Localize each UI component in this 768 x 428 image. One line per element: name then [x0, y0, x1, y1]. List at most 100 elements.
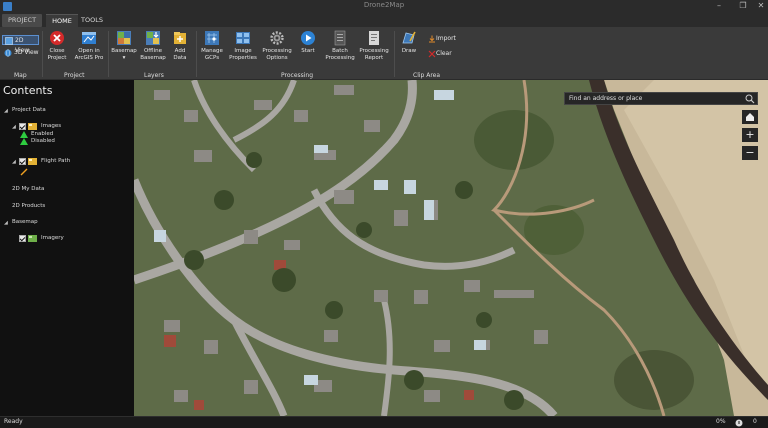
processing-report-line1: Processing [359, 48, 389, 54]
add-data-button[interactable]: Add Data [168, 30, 192, 61]
tree-group-2d-my-data[interactable]: 2D My Data [12, 185, 44, 193]
import-label: Import [436, 35, 456, 42]
ribbon: 2D View 3D View Map Close Project Open i… [0, 27, 768, 80]
dropdown-arrow-icon: ▾ [122, 54, 126, 61]
close-icon[interactable]: ✕ [754, 0, 768, 13]
open-arcgis-line1: Open in [78, 48, 100, 54]
group-label-project: Project [64, 72, 85, 79]
group-label-processing: Processing [281, 72, 314, 79]
tree-group-basemap[interactable]: Basemap [12, 218, 38, 226]
processing-options-button[interactable]: Processing Options [260, 30, 294, 61]
close-project-button[interactable]: Close Project [44, 30, 70, 61]
ribbon-tab-bar: PROJECT HOME TOOLS [0, 13, 768, 27]
flight-path-layer-checkbox[interactable] [19, 158, 26, 165]
open-arcgis-line2: ArcGIS Pro [74, 54, 104, 61]
tab-home[interactable]: HOME [46, 14, 78, 27]
arcgis-pro-icon [82, 32, 96, 44]
status-text: Ready [4, 418, 23, 425]
zoom-in-button[interactable]: + [742, 128, 758, 142]
batch-processing-line1: Batch [332, 48, 348, 54]
chevron-down-icon[interactable]: ◢ [4, 220, 8, 226]
home-icon[interactable] [742, 110, 758, 124]
chevron-down-icon[interactable]: ◢ [12, 124, 16, 130]
import-icon [429, 35, 435, 43]
report-icon [369, 31, 379, 45]
group-divider [196, 31, 197, 77]
application-window: Drone2Map – ❐ ✕ PROJECT HOME TOOLS 2D Vi… [0, 0, 768, 428]
tab-tools[interactable]: TOOLS [78, 14, 106, 27]
batch-processing-icon [334, 30, 346, 46]
disabled-legend-triangle-icon [20, 138, 28, 145]
group-label-map: Map [14, 72, 27, 79]
group-label-layers: Layers [144, 72, 164, 79]
tree-group-project-data[interactable]: Project Data [12, 106, 46, 114]
tree-item-flight-path[interactable]: Flight Path [41, 157, 70, 165]
draw-label: Draw [401, 48, 417, 54]
image-properties-button[interactable]: Image Properties [227, 30, 259, 61]
tree-item-imagery[interactable]: Imagery [41, 234, 64, 242]
offline-basemap-button[interactable]: Offline Basemap [138, 30, 168, 61]
tree-group-2d-products[interactable]: 2D Products [12, 202, 45, 210]
basemap-line1: Basemap [111, 48, 137, 54]
maximize-icon[interactable]: ❐ [736, 0, 750, 13]
3d-view-button[interactable]: 3D View [2, 48, 39, 58]
clear-button[interactable]: Clear [426, 49, 460, 59]
chevron-down-icon[interactable]: ◢ [4, 108, 8, 114]
batch-processing-button[interactable]: Batch Processing [323, 30, 357, 61]
legend-disabled: Disabled [31, 138, 55, 144]
tab-project[interactable]: PROJECT [2, 14, 42, 27]
map-view[interactable]: + − [134, 80, 768, 416]
processing-report-line2: Report [364, 54, 384, 61]
manage-gcps-line2: GCPs [204, 54, 220, 61]
offline-basemap-line1: Offline [143, 48, 163, 54]
tree-item-images[interactable]: Images [41, 122, 61, 130]
manage-gcps-button[interactable]: Manage GCPs [198, 30, 226, 61]
add-data-line2: Data [173, 54, 187, 61]
basemap-button[interactable]: Basemap ▾ [110, 30, 138, 61]
image-properties-line1: Image [234, 48, 252, 54]
notification-count: 0 [753, 418, 757, 425]
processing-report-button[interactable]: Processing Report [357, 30, 391, 61]
title-bar: Drone2Map – ❐ ✕ [0, 0, 768, 13]
clear-icon [428, 50, 436, 58]
enabled-legend-triangle-icon [20, 131, 28, 138]
chevron-down-icon[interactable]: ◢ [12, 159, 16, 165]
address-search-box[interactable] [564, 92, 758, 105]
notification-icon[interactable] [735, 419, 743, 427]
search-input[interactable] [565, 93, 743, 104]
batch-processing-line2: Processing [325, 54, 355, 61]
2d-map-icon [5, 37, 13, 45]
zoom-out-button[interactable]: − [742, 146, 758, 160]
flight-path-legend-line-icon [20, 168, 28, 176]
add-data-icon [174, 32, 186, 44]
3d-view-label: 3D View [14, 49, 39, 56]
images-layer-checkbox[interactable] [19, 123, 26, 130]
close-project-line1: Close [49, 48, 65, 54]
imagery-layer-checkbox[interactable] [19, 235, 26, 242]
draw-button[interactable]: Draw [398, 30, 420, 55]
start-label: Start [301, 48, 315, 54]
globe-icon [4, 49, 12, 57]
processing-options-line1: Processing [262, 48, 292, 54]
contents-pane: Contents ◢ Project Data ◢ Images Enabled… [0, 80, 134, 416]
processing-options-line2: Options [266, 54, 288, 61]
2d-view-button[interactable]: 2D View [2, 35, 39, 54]
import-button[interactable]: Import [426, 34, 460, 44]
play-icon [301, 31, 315, 45]
progress-percent: 0% [716, 418, 726, 425]
draw-polygon-icon [402, 31, 416, 44]
open-in-arcgis-pro-button[interactable]: Open in ArcGIS Pro [72, 30, 106, 61]
offline-basemap-icon [146, 31, 160, 45]
manage-gcps-line1: Manage [201, 48, 223, 54]
satellite-imagery [134, 80, 768, 416]
flight-path-layer-icon [28, 158, 37, 165]
minimize-icon[interactable]: – [712, 0, 726, 13]
window-title: Drone2Map [363, 1, 405, 9]
status-bar: Ready 0% 0 [0, 416, 768, 428]
close-project-line2: Project [47, 54, 67, 61]
search-icon[interactable] [745, 94, 755, 104]
close-project-icon [50, 31, 64, 45]
image-properties-line2: Properties [229, 54, 257, 61]
start-button[interactable]: Start [297, 30, 319, 55]
clear-label: Clear [436, 50, 452, 57]
